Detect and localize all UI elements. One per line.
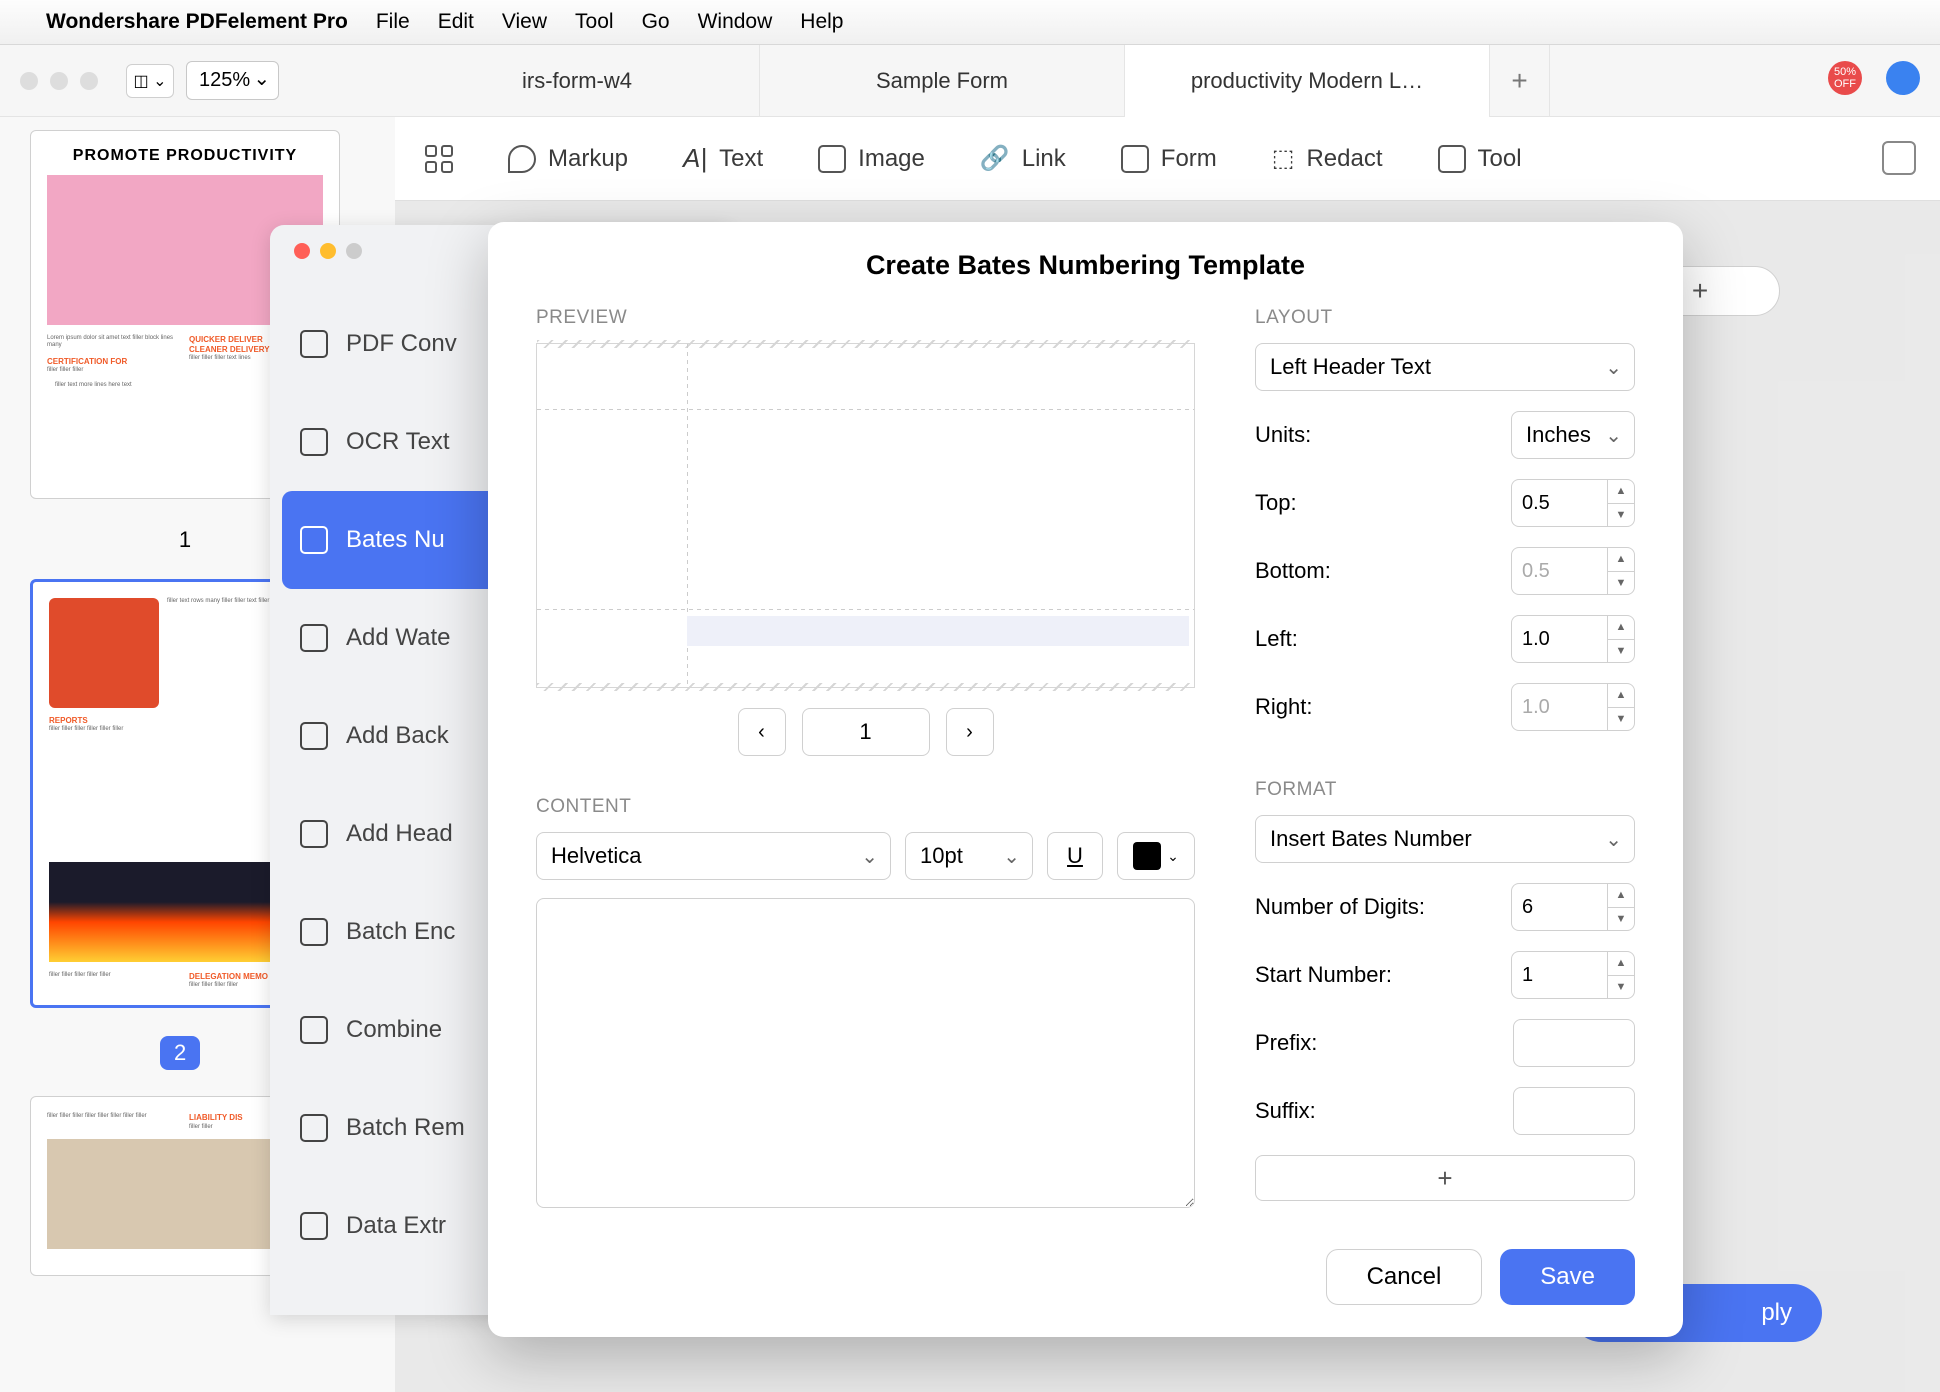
layout-position-select[interactable]: Left Header Text (1255, 343, 1635, 391)
bottom-label: Bottom: (1255, 558, 1331, 584)
form-icon (1121, 145, 1149, 173)
window-topbar: ◫ ⌄ 125% irs-form-w4 Sample Form product… (0, 45, 1940, 117)
promo-badge-icon[interactable]: 50%OFF (1828, 61, 1862, 95)
text-icon: A| (683, 143, 707, 174)
user-avatar[interactable] (1886, 61, 1920, 95)
font-select[interactable]: Helvetica (536, 832, 891, 880)
color-swatch (1133, 842, 1161, 870)
prefix-input[interactable] (1513, 1019, 1635, 1067)
sidebar-toggle-icon[interactable]: ◫ ⌄ (126, 64, 174, 98)
redact-icon: ⬚ (1272, 144, 1295, 173)
menu-edit[interactable]: Edit (438, 10, 474, 34)
bottom-input[interactable]: ▲▼ (1511, 547, 1635, 595)
zoom-value: 125% (199, 69, 250, 92)
format-select[interactable]: Insert Bates Number (1255, 815, 1635, 863)
suffix-label: Suffix: (1255, 1098, 1316, 1124)
menu-view[interactable]: View (502, 10, 547, 34)
menu-help[interactable]: Help (800, 10, 843, 34)
start-input[interactable]: ▲▼ (1511, 951, 1635, 999)
format-label: FORMAT (1255, 779, 1635, 801)
image-icon (818, 145, 846, 173)
bates-template-modal: Create Bates Numbering Template PREVIEW … (488, 222, 1683, 1337)
content-textarea[interactable] (536, 898, 1195, 1208)
units-select[interactable]: Inches (1511, 411, 1635, 459)
right-input[interactable]: ▲▼ (1511, 683, 1635, 731)
digits-label: Number of Digits: (1255, 894, 1425, 920)
trash-icon (300, 1114, 328, 1142)
watermark-icon (300, 624, 328, 652)
tab-0[interactable]: irs-form-w4 (395, 45, 760, 117)
top-label: Top: (1255, 490, 1297, 516)
lock-icon (300, 918, 328, 946)
color-select[interactable]: ⌄ (1117, 832, 1195, 880)
menu-file[interactable]: File (376, 10, 410, 34)
macos-menubar: Wondershare PDFelement Pro File Edit Vie… (0, 0, 1940, 45)
digits-input[interactable]: ▲▼ (1511, 883, 1635, 931)
background-icon (300, 722, 328, 750)
save-button[interactable]: Save (1500, 1249, 1635, 1305)
ocr-icon (300, 428, 328, 456)
new-tab-button[interactable]: + (1490, 45, 1550, 117)
apps-grid-icon[interactable] (425, 145, 453, 173)
tab-2[interactable]: productivity Modern L… (1125, 45, 1490, 117)
underline-button[interactable]: U (1047, 832, 1103, 880)
tool-ribbon: Markup A|Text Image 🔗Link Form ⬚Redact T… (395, 117, 1940, 201)
menu-go[interactable]: Go (642, 10, 670, 34)
extract-icon (300, 1212, 328, 1240)
ribbon-tool[interactable]: Tool (1438, 145, 1522, 173)
page-label-2: 2 (160, 1036, 200, 1070)
font-size-select[interactable]: 10pt (905, 832, 1033, 880)
ribbon-form[interactable]: Form (1121, 145, 1217, 173)
modal-title: Create Bates Numbering Template (536, 250, 1635, 281)
suffix-input[interactable] (1513, 1087, 1635, 1135)
bates-icon (300, 526, 328, 554)
thumb1-title: PROMOTE PRODUCTIVITY (47, 147, 323, 165)
preview-label: PREVIEW (536, 307, 1195, 329)
right-label: Right: (1255, 694, 1312, 720)
zoom-select[interactable]: 125% (186, 61, 279, 100)
ribbon-link[interactable]: 🔗Link (980, 144, 1066, 173)
layout-label: LAYOUT (1255, 307, 1635, 329)
start-label: Start Number: (1255, 962, 1392, 988)
prev-page-button[interactable]: ‹ (738, 708, 786, 756)
top-input[interactable]: ▲▼ (1511, 479, 1635, 527)
link-icon: 🔗 (980, 144, 1010, 173)
ribbon-markup[interactable]: Markup (508, 145, 628, 173)
menu-window[interactable]: Window (698, 10, 773, 34)
cancel-button[interactable]: Cancel (1326, 1249, 1483, 1305)
panel-traffic-lights[interactable] (294, 243, 362, 259)
ribbon-text[interactable]: A|Text (683, 143, 763, 174)
markup-icon (508, 145, 536, 173)
tool-icon (1438, 145, 1466, 173)
add-field-button[interactable]: + (1255, 1155, 1635, 1201)
content-label: CONTENT (536, 796, 1195, 818)
convert-icon (300, 330, 328, 358)
ribbon-image[interactable]: Image (818, 145, 925, 173)
units-label: Units: (1255, 422, 1311, 448)
header-icon (300, 820, 328, 848)
next-page-button[interactable]: › (946, 708, 994, 756)
menu-tool[interactable]: Tool (575, 10, 614, 34)
document-tabs: irs-form-w4 Sample Form productivity Mod… (395, 45, 1550, 117)
preview-area (536, 343, 1195, 688)
traffic-lights[interactable] (20, 72, 98, 90)
tab-1[interactable]: Sample Form (760, 45, 1125, 117)
combine-icon (300, 1016, 328, 1044)
app-name[interactable]: Wondershare PDFelement Pro (46, 10, 348, 34)
left-input[interactable]: ▲▼ (1511, 615, 1635, 663)
ribbon-redact[interactable]: ⬚Redact (1272, 144, 1383, 173)
panel-toggle-icon[interactable] (1882, 141, 1916, 175)
left-label: Left: (1255, 626, 1298, 652)
page-number-input[interactable] (802, 708, 930, 756)
prefix-label: Prefix: (1255, 1030, 1317, 1056)
